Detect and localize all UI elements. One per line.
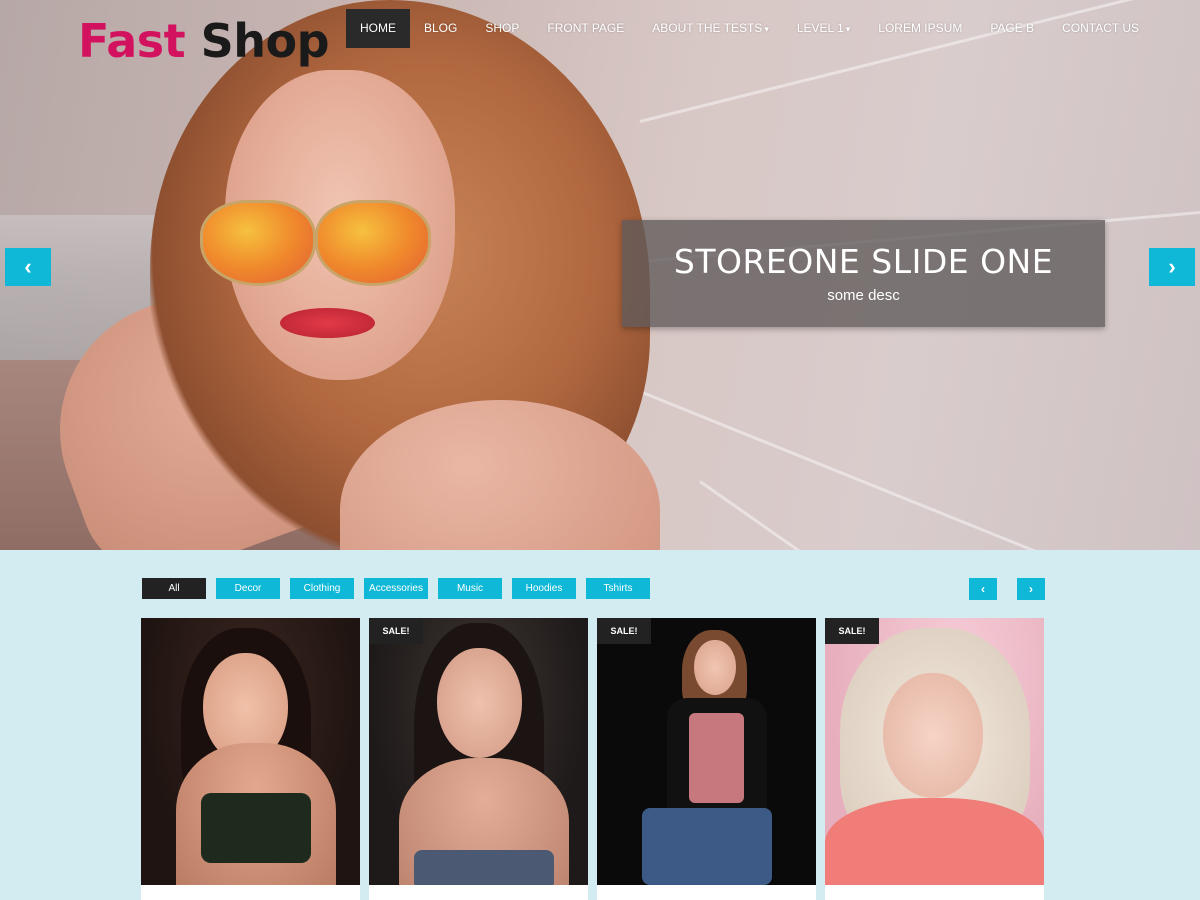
filter-tshirts[interactable]: Tshirts	[586, 578, 650, 599]
site-logo[interactable]: Fast Shop	[78, 14, 330, 68]
nav-item-front-page[interactable]: FRONT PAGE	[533, 9, 638, 48]
product-category-filters: All Decor Clothing Accessories Music Hoo…	[142, 578, 650, 599]
nav-item-blog[interactable]: BLOG	[410, 9, 471, 48]
product-model-top	[201, 793, 311, 863]
product-image[interactable]: SALE!	[369, 618, 588, 885]
main-navigation: HOME BLOG SHOP FRONT PAGE ABOUT THE TEST…	[346, 9, 1153, 48]
chevron-left-icon: ‹	[981, 582, 985, 596]
filter-music[interactable]: Music	[438, 578, 502, 599]
logo-text-fast: Fast	[78, 14, 186, 68]
products-next-button[interactable]: ›	[1017, 578, 1045, 600]
product-model-face	[694, 640, 736, 695]
nav-item-label: HOME	[360, 21, 396, 35]
slider-prev-button[interactable]: ‹	[5, 248, 51, 286]
nav-item-label: LEVEL 1	[796, 21, 844, 35]
hero-model-lips	[280, 308, 375, 338]
product-card[interactable]: SALE!	[369, 618, 588, 900]
products-prev-button[interactable]: ‹	[969, 578, 997, 600]
sale-badge: SALE!	[597, 618, 651, 644]
chevron-right-icon: ›	[1029, 582, 1033, 596]
product-model-tshirt	[689, 713, 744, 803]
nav-item-label: ABOUT THE TESTS	[652, 21, 763, 35]
sale-badge: SALE!	[369, 618, 423, 644]
product-model-top	[825, 798, 1044, 885]
logo-text-shop: Shop	[200, 14, 330, 68]
nav-item-label: SHOP	[485, 21, 520, 35]
chevron-left-icon: ‹	[24, 254, 32, 279]
caret-down-icon: ▾	[764, 24, 769, 34]
nav-item-shop[interactable]: SHOP	[471, 9, 533, 48]
nav-item-level-1[interactable]: LEVEL 1 ▾	[783, 9, 864, 48]
nav-item-home[interactable]: HOME	[346, 9, 410, 48]
filter-clothing[interactable]: Clothing	[290, 578, 354, 599]
nav-item-label: LOREM IPSUM	[878, 21, 963, 35]
chevron-right-icon: ›	[1168, 254, 1176, 279]
product-card[interactable]	[141, 618, 360, 900]
slide-title: STOREONE SLIDE ONE	[673, 242, 1054, 281]
caret-down-icon: ▾	[845, 24, 851, 34]
slide-caption: STOREONE SLIDE ONE some desc	[622, 220, 1105, 327]
sale-badge: SALE!	[825, 618, 879, 644]
filter-hoodies[interactable]: Hoodies	[512, 578, 576, 599]
hero-wall-plank	[639, 390, 1197, 550]
nav-item-label: BLOG	[424, 21, 458, 35]
filter-all[interactable]: All	[142, 578, 206, 599]
product-model-jeans	[414, 850, 554, 885]
filter-accessories[interactable]: Accessories	[364, 578, 428, 599]
hero-slider: STOREONE SLIDE ONE some desc ‹ ›	[0, 0, 1200, 550]
product-model-jeans	[642, 808, 772, 885]
product-card[interactable]: SALE!	[825, 618, 1044, 900]
product-image[interactable]: SALE!	[825, 618, 1044, 885]
product-image[interactable]	[141, 618, 360, 885]
sunglasses-lens-right	[315, 200, 431, 286]
product-model-face	[883, 673, 983, 798]
nav-item-contact-us[interactable]: CONTACT US	[1048, 9, 1153, 48]
hero-wall-plank	[699, 480, 1127, 550]
slide-description: some desc	[827, 287, 900, 304]
nav-item-about-the-tests[interactable]: ABOUT THE TESTS ▾	[638, 9, 783, 48]
product-image[interactable]: SALE!	[597, 618, 816, 885]
sunglasses-lens-left	[200, 200, 316, 286]
filter-decor[interactable]: Decor	[216, 578, 280, 599]
product-model-face	[437, 648, 522, 758]
slider-next-button[interactable]: ›	[1149, 248, 1195, 286]
nav-item-label: CONTACT US	[1062, 21, 1140, 35]
product-card[interactable]: SALE!	[597, 618, 816, 900]
nav-item-lorem-ipsum[interactable]: LOREM IPSUM	[864, 9, 976, 48]
nav-item-label: PAGE B	[990, 21, 1035, 35]
nav-item-page-b[interactable]: PAGE B	[976, 9, 1048, 48]
nav-item-label: FRONT PAGE	[547, 21, 625, 35]
